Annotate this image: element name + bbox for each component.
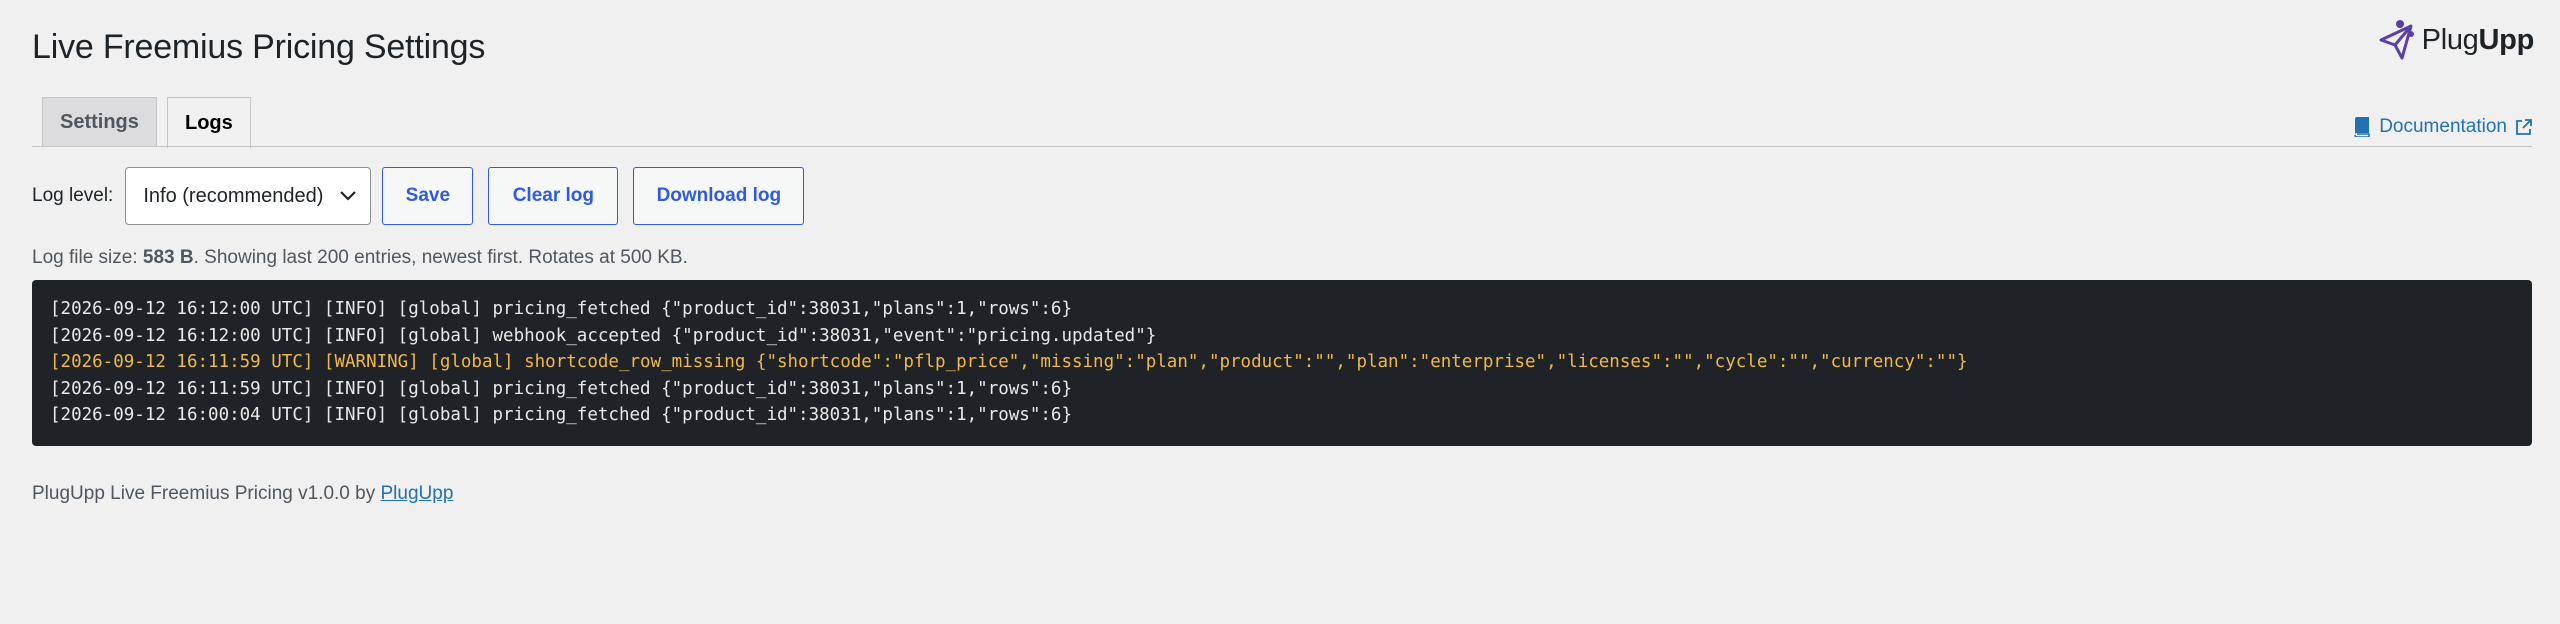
clear-log-button[interactable]: Clear log	[488, 167, 619, 225]
log-entry: [2026-09-12 16:11:59 UTC] [INFO] [global…	[50, 378, 1072, 399]
brand-logo: PlugUpp	[2378, 18, 2534, 62]
external-link-icon	[2516, 118, 2532, 135]
brand-name: PlugUpp	[2421, 23, 2535, 56]
log-entry: [2026-09-12 16:12:00 UTC] [INFO] [global…	[50, 299, 1072, 319]
tab-settings[interactable]: Settings	[42, 97, 157, 147]
log-level-label: Log level:	[32, 185, 114, 206]
log-entry: [2026-09-12 16:00:04 UTC] [INFO] [global…	[50, 405, 1072, 425]
footer: PlugUpp Live Freemius Pricing v1.0.0 by …	[32, 483, 453, 505]
download-log-button[interactable]: Download log	[633, 167, 805, 225]
book-icon	[2354, 117, 2370, 137]
log-file-size: 583 B	[142, 247, 194, 268]
log-level-value: Info (recommended)	[143, 184, 324, 207]
log-file-info: Log file size: 583 B. Showing last 200 e…	[32, 247, 688, 268]
footer-plugupp-link[interactable]: PlugUpp	[381, 483, 454, 504]
log-viewer[interactable]: [2026-09-12 16:12:00 UTC] [INFO] [global…	[32, 280, 2532, 446]
log-controls: Log level: Info (recommended) Save Clear…	[32, 167, 805, 225]
chevron-down-icon	[340, 191, 357, 201]
footer-text: PlugUpp Live Freemius Pricing v1.0.0 by	[32, 483, 381, 504]
page-title: Live Freemius Pricing Settings	[32, 28, 486, 66]
log-level-select[interactable]: Info (recommended)	[125, 167, 372, 225]
tab-logs[interactable]: Logs	[167, 97, 251, 148]
documentation-label: Documentation	[2379, 116, 2507, 137]
settings-page: Live Freemius Pricing Settings PlugUpp S…	[0, 0, 2560, 624]
save-button[interactable]: Save	[382, 167, 474, 225]
paper-plane-logo-icon	[2379, 20, 2414, 60]
documentation-link[interactable]: Documentation	[2353, 116, 2532, 138]
tabs-divider	[32, 146, 2532, 147]
log-entry-warning: [2026-09-12 16:11:59 UTC] [WARNING] [glo…	[50, 352, 1968, 372]
log-entry: [2026-09-12 16:12:00 UTC] [INFO] [global…	[50, 325, 1157, 346]
